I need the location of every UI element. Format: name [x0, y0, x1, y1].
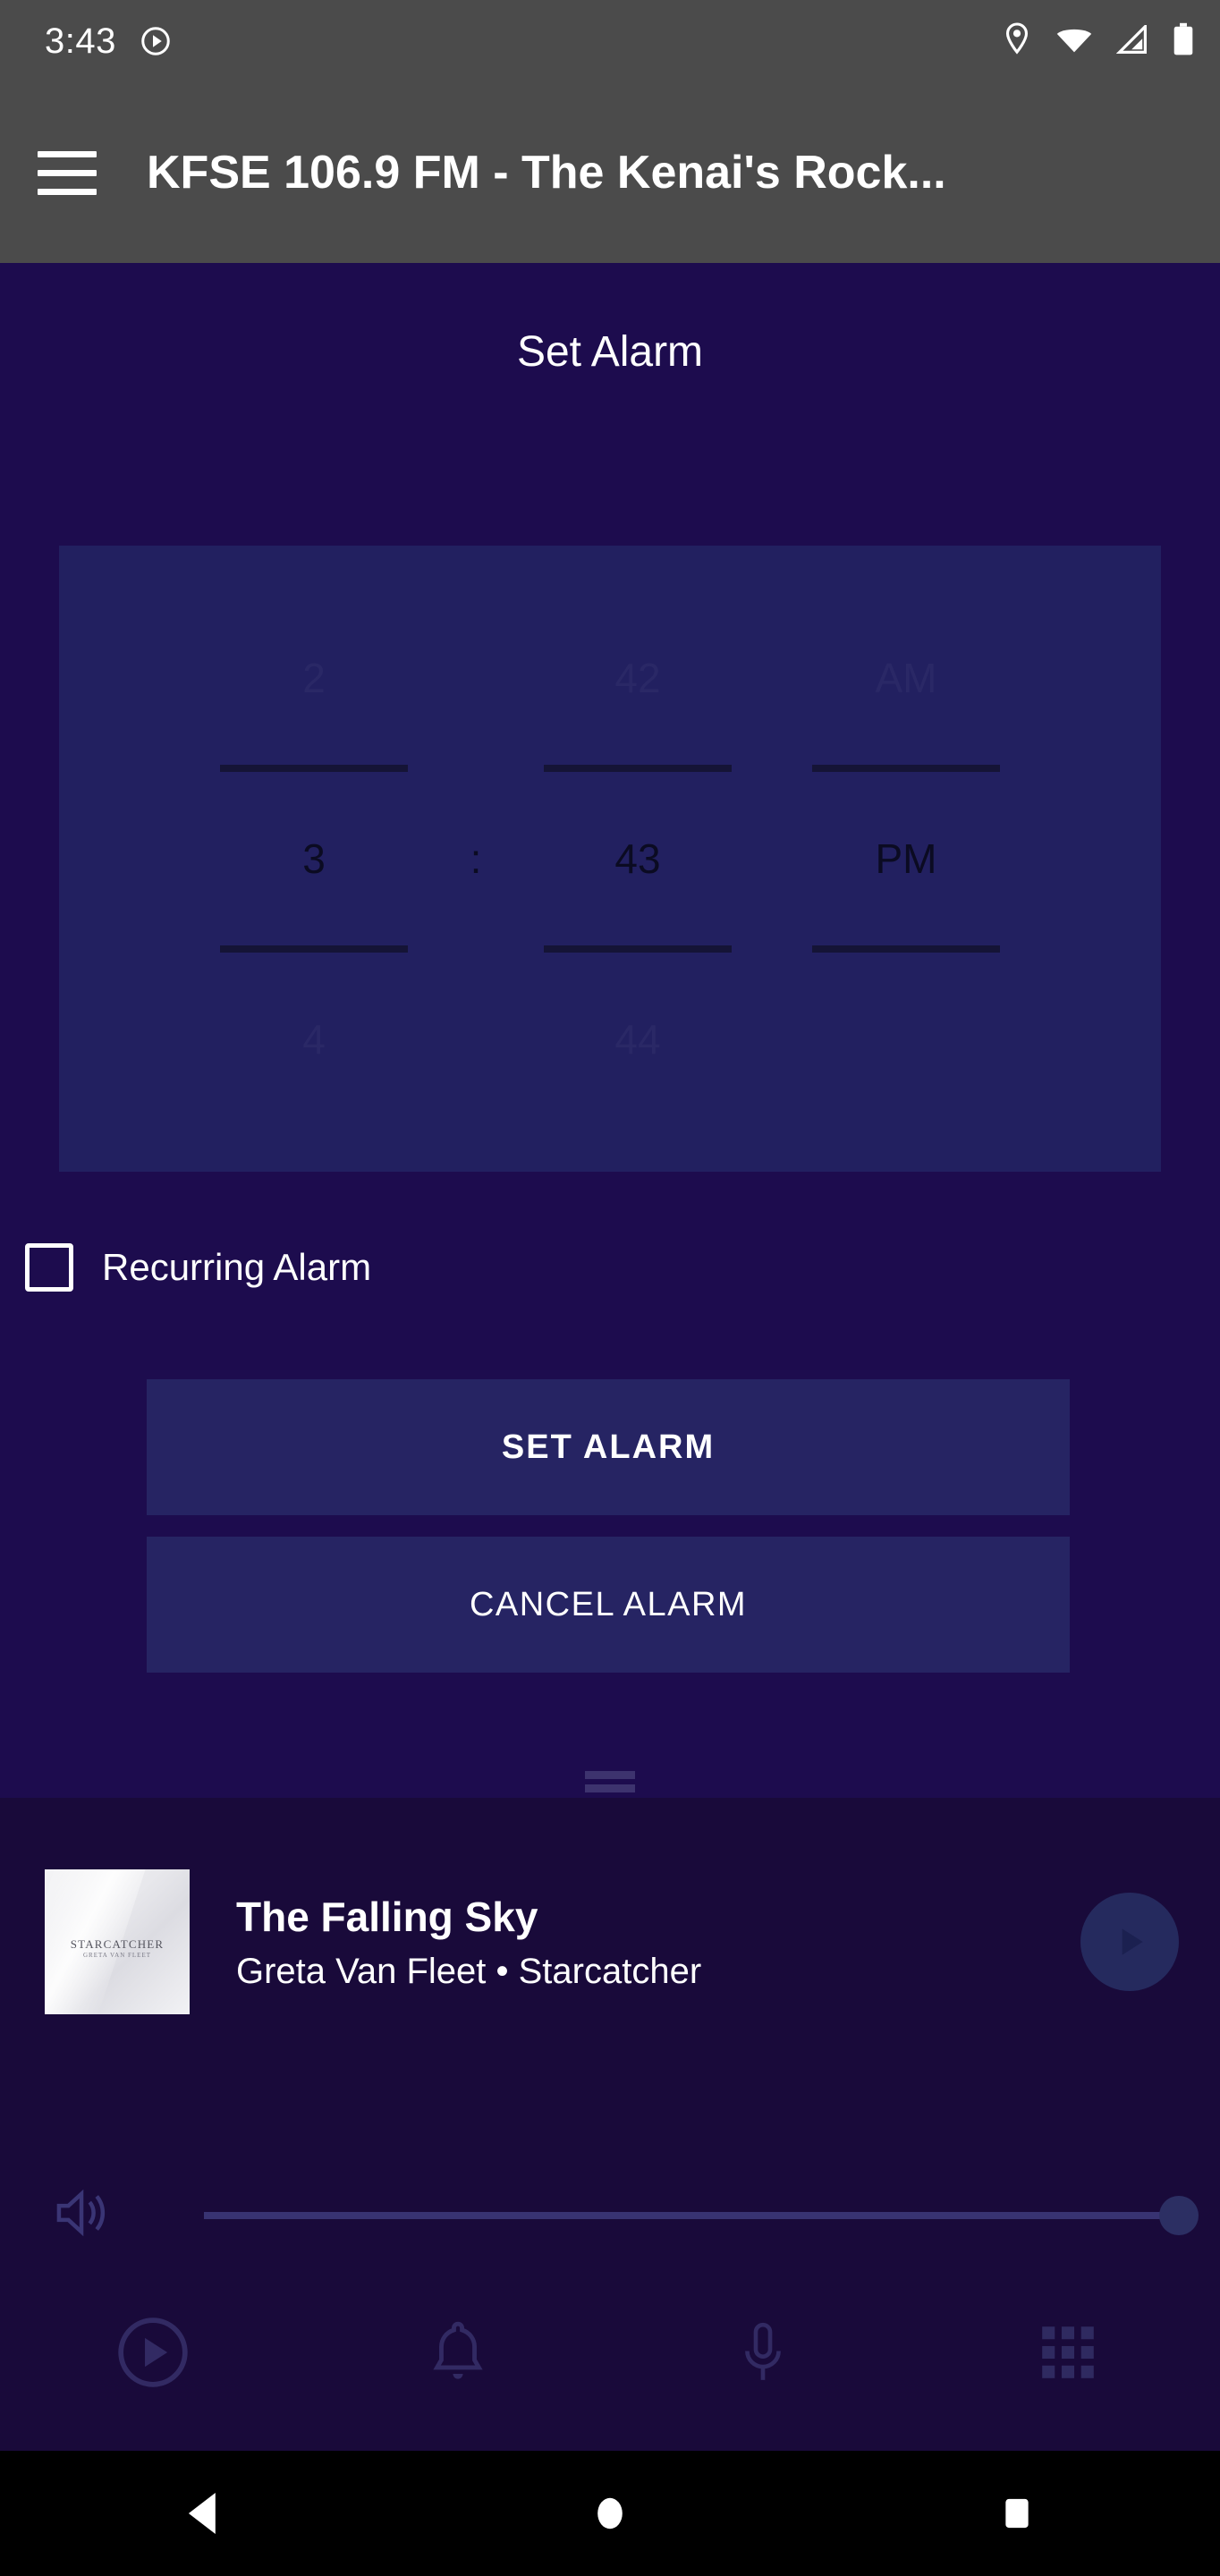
speaker-volume-icon[interactable]	[52, 2184, 118, 2246]
meridiem-selected-value[interactable]: PM	[876, 809, 937, 908]
wifi-icon	[1055, 25, 1093, 58]
play-icon[interactable]	[1080, 1893, 1179, 1991]
volume-row[interactable]	[0, 2184, 1220, 2246]
play-circle-icon[interactable]	[0, 2314, 305, 2391]
alarm-bell-icon[interactable]	[305, 2318, 610, 2387]
battery-icon	[1172, 22, 1195, 61]
recurring-alarm-row[interactable]: Recurring Alarm	[25, 1243, 371, 1292]
volume-slider[interactable]	[204, 2195, 1199, 2235]
grid-apps-icon[interactable]	[915, 2324, 1220, 2381]
main-content: Set Alarm 2 3 4 : 42 43 44 AM PM Recurri…	[0, 263, 1220, 1798]
bottom-nav	[0, 2281, 1220, 2424]
app-bar-title: KFSE 106.9 FM - The Kenai's Rock...	[147, 147, 946, 199]
play-circle-icon	[140, 25, 172, 57]
time-separator-column: :	[448, 657, 504, 1060]
meridiem-divider-top	[812, 765, 1000, 772]
recurring-alarm-checkbox[interactable]	[25, 1243, 73, 1292]
minute-previous-value[interactable]: 42	[614, 629, 660, 727]
track-title: The Falling Sky	[236, 1893, 538, 1940]
page-title: Set Alarm	[516, 328, 704, 376]
meridiem-divider-bottom	[812, 945, 1000, 953]
album-art: STARCATCHER GRETA VAN FLEET	[45, 1869, 190, 2014]
minute-divider-top	[544, 765, 732, 772]
android-nav-bar	[0, 2451, 1220, 2576]
album-art-title: STARCATCHER	[70, 1937, 165, 1952]
cellular-signal-icon	[1115, 22, 1148, 58]
microphone-icon[interactable]	[610, 2318, 915, 2387]
app-screen: 3: 43 KFSE 106.9 FM - The Kenai's Rock...…	[0, 0, 1220, 2576]
cancel-alarm-button[interactable]: CANCEL ALARM	[147, 1537, 1070, 1673]
time-picker[interactable]: 2 3 4 : 42 43 44 AM PM	[59, 546, 1161, 1172]
volume-slider-thumb[interactable]	[1159, 2195, 1199, 2235]
minute-next-value[interactable]: 44	[614, 990, 660, 1089]
hour-divider-top	[220, 765, 408, 772]
home-circle-icon[interactable]	[407, 2490, 814, 2537]
hour-picker-column[interactable]: 2 3 4	[180, 629, 448, 1089]
hour-selected-value[interactable]: 3	[302, 809, 326, 908]
minute-picker-column[interactable]: 42 43 44	[504, 629, 772, 1089]
track-subtitle: Greta Van Fleet • Starcatcher	[236, 1951, 702, 1991]
location-pin-icon	[1002, 21, 1032, 61]
hour-previous-value[interactable]: 2	[302, 629, 326, 727]
hour-divider-bottom	[220, 945, 408, 953]
meridiem-previous-value[interactable]: AM	[876, 629, 937, 727]
album-art-artist: GRETA VAN FLEET	[82, 1952, 152, 1960]
now-playing-row[interactable]: STARCATCHER GRETA VAN FLEET The Falling …	[0, 1798, 1220, 2014]
minute-selected-value[interactable]: 43	[614, 809, 660, 908]
back-triangle-icon[interactable]	[0, 2490, 407, 2537]
meridiem-picker-column[interactable]: AM PM	[772, 629, 1040, 1089]
time-separator: :	[470, 835, 482, 882]
set-alarm-button[interactable]: SET ALARM	[147, 1379, 1070, 1515]
minute-divider-bottom	[544, 945, 732, 953]
hour-next-value[interactable]: 4	[302, 990, 326, 1089]
hamburger-menu-icon[interactable]	[38, 150, 97, 195]
status-bar-icons	[1002, 21, 1195, 61]
recurring-alarm-label: Recurring Alarm	[102, 1246, 372, 1288]
drag-handle[interactable]	[585, 1771, 635, 1792]
app-bar: KFSE 106.9 FM - The Kenai's Rock...	[0, 82, 1220, 263]
recents-square-icon[interactable]	[813, 2490, 1220, 2537]
status-bar: 3:43	[0, 0, 1220, 82]
now-playing-text: The Falling Sky Greta Van Fleet • Starca…	[236, 1893, 1080, 1992]
status-bar-time: 3:43	[45, 21, 116, 61]
now-playing-panel: STARCATCHER GRETA VAN FLEET The Falling …	[0, 1798, 1220, 2451]
